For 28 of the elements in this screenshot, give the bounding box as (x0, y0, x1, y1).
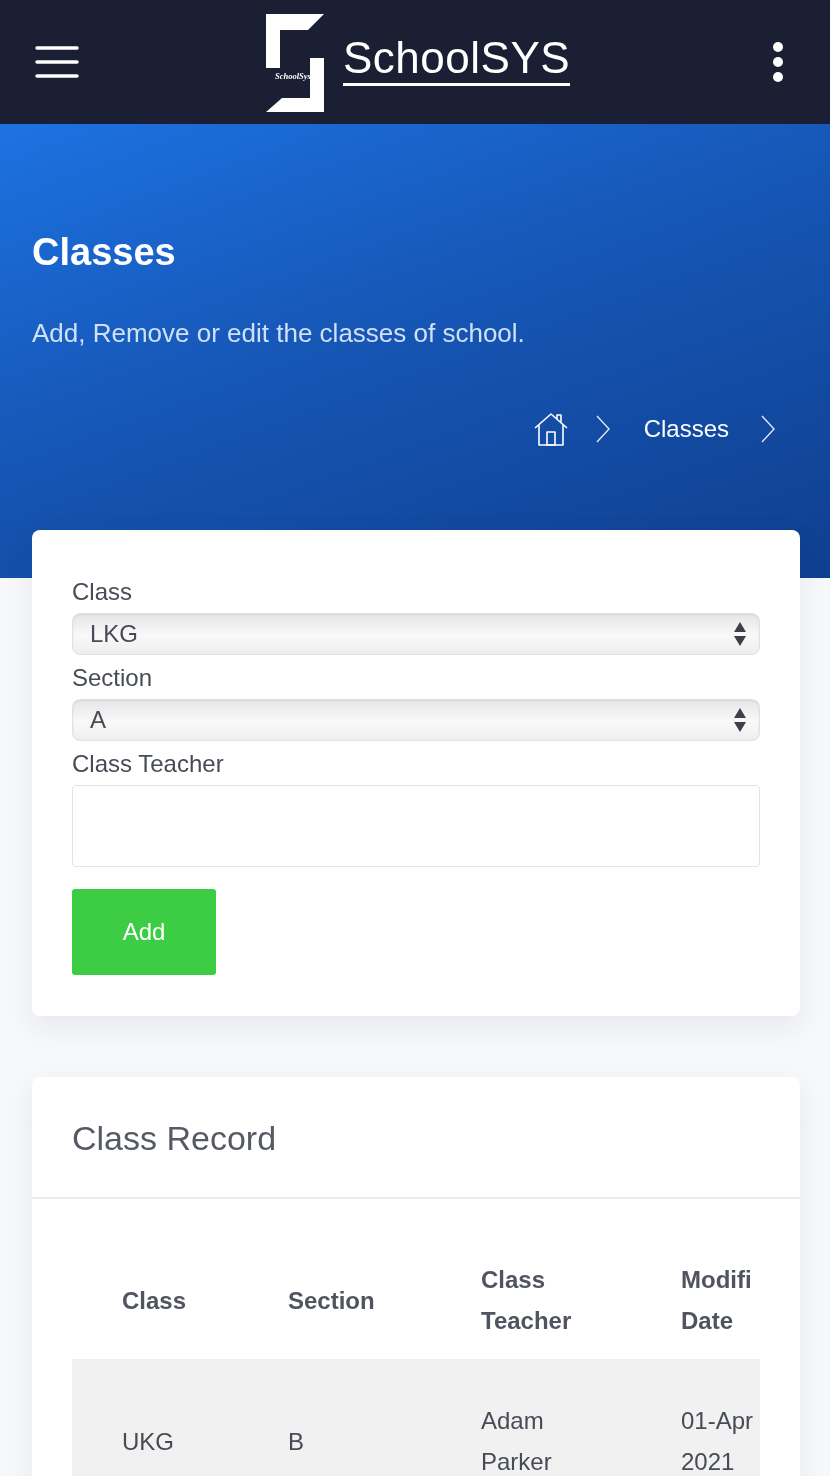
column-header: Section (288, 1285, 375, 1316)
logo-icon (266, 14, 324, 112)
table-cell-text: 01-Apr 2021 (681, 1406, 755, 1476)
input-field[interactable] (72, 785, 760, 867)
logo-text: SchoolSYS (343, 34, 571, 86)
dropdown-field[interactable]: LKG (72, 613, 760, 655)
up-down-arrows-icon (733, 621, 747, 647)
dropdown-field[interactable]: A (72, 699, 760, 741)
menu-icon[interactable] (35, 45, 79, 79)
card-title: Class Record (72, 1119, 277, 1157)
table-cell-text: Adam Parker (481, 1406, 553, 1476)
table-cell-text: B (288, 1426, 304, 1457)
chevron-right-icon (595, 415, 610, 443)
field-label: Section (72, 663, 154, 693)
breadcrumb-link[interactable]: Classes (643, 413, 729, 445)
up-down-arrows-icon (733, 707, 747, 733)
logo-mark-text: SchoolSys (275, 71, 311, 81)
more-options-icon[interactable] (772, 42, 784, 82)
page-subtitle: Add, Remove or edit the classes of school. (32, 317, 526, 349)
table-cell-text: UKG (122, 1426, 174, 1457)
column-header: Class (122, 1285, 187, 1316)
home-icon[interactable] (533, 412, 568, 446)
chevron-right-icon (761, 415, 775, 443)
field-label: Class Teacher (72, 749, 225, 779)
field-label: Class (72, 577, 133, 607)
page-title: Classes (32, 230, 177, 275)
column-header: Modifi Date (681, 1265, 753, 1336)
column-header: Class Teacher (481, 1265, 573, 1336)
